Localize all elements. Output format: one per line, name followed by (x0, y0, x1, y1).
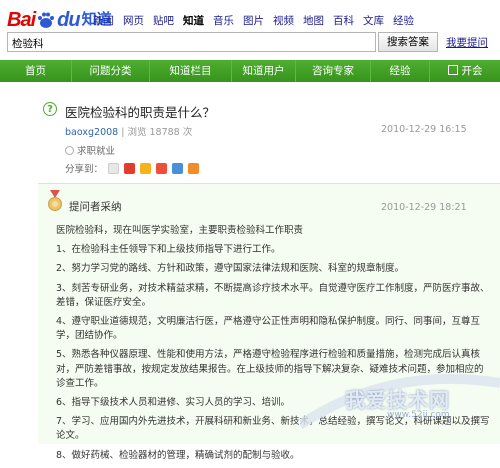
green-nav-open-label: 开会 (461, 65, 483, 77)
nav-link-jingyan[interactable]: 经验 (393, 13, 414, 28)
answer-paragraph: 8、做好药械、检验器材的管理，精确试剂的配制与验收。 (56, 449, 300, 461)
nav-link-video[interactable]: 视频 (273, 13, 294, 28)
main-nav-bar: 首页 问题分类 知道栏目 知道用户 咨询专家 经验 开会 (0, 60, 500, 82)
nav-link-wenku[interactable]: 文库 (363, 13, 384, 28)
question-views: 浏览 18788 次 (127, 127, 193, 138)
green-nav-columns[interactable]: 知道栏目 (150, 60, 232, 82)
share-renren-icon[interactable] (156, 162, 168, 174)
answer-paragraph: 医院检验科，现在叫医学实验室，主要职责检验科工作职责 (56, 225, 304, 236)
search-input[interactable]: 检验科 (7, 32, 376, 52)
green-nav-users[interactable]: 知道用户 (232, 60, 296, 82)
question-icon: ? (43, 102, 57, 116)
share-copy-icon[interactable] (108, 162, 120, 174)
watermark-text: 我爱技术网 (345, 388, 450, 412)
green-nav-jingyan[interactable]: 经验 (371, 60, 430, 82)
nav-link-baike[interactable]: 百科 (333, 13, 354, 28)
answer-paragraph: 2、努力学习党的路线、方针和政策，遵守国家法律法规和医院、科室的规章制度。 (56, 263, 405, 275)
green-nav-home[interactable]: 首页 (0, 60, 72, 82)
logo-text-bai: Bai (7, 9, 36, 31)
search-answers-button[interactable]: 搜索答案 (378, 32, 438, 52)
answer-paragraph: 4、遵守职业道德规范，文明廉洁行医，严格遵守公正性声明和隐私保护制度。同行、同事… (56, 316, 481, 342)
nav-link-map[interactable]: 地图 (303, 13, 324, 28)
nav-link-music[interactable]: 音乐 (213, 13, 234, 28)
question-author-link[interactable]: baoxg2008 (65, 127, 118, 138)
answer-paragraph: 3、刻苦专研业务，对技术精益求精，不断提高诊疗技术水平。自觉遵守医疗工作制度，严… (56, 282, 490, 308)
share-qq-icon[interactable] (172, 162, 184, 174)
question-tag[interactable]: 求职就业 (65, 143, 115, 157)
baidu-paw-icon (38, 12, 55, 28)
question-time: 2010-12-29 16:15 (381, 124, 467, 135)
share-label: 分享到： (65, 164, 104, 175)
green-nav-categories[interactable]: 问题分类 (72, 60, 150, 82)
nav-link-images[interactable]: 图片 (243, 13, 264, 28)
question-title: 医院检验科的职责是什么？ (65, 105, 216, 120)
green-nav-experts[interactable]: 咨询专家 (296, 60, 371, 82)
product-nav: 新闻 网页 贴吧 知道 音乐 图片 视频 地图 百科 文库 经验 (93, 13, 414, 28)
share-bar: 分享到： (65, 161, 200, 175)
share-more-icon[interactable] (188, 162, 200, 174)
answer-paragraph: 1、在检验科主任领导下和上级技师指导下进行工作。 (56, 244, 281, 256)
open-icon (447, 65, 458, 75)
answer-body: 医院检验科，现在叫医学实验室，主要职责检验科工作职责 1、在检验科主任领导下和上… (56, 224, 492, 468)
nav-link-zhidao[interactable]: 知道 (183, 13, 204, 28)
medal-icon (48, 190, 62, 211)
green-nav-open[interactable]: 开会 (430, 60, 500, 82)
nav-link-web[interactable]: 网页 (123, 13, 144, 28)
answer-time: 2010-12-29 18:21 (381, 202, 467, 213)
tag-icon (65, 146, 74, 155)
watermark-url: www.52ij.com (387, 410, 450, 420)
answer-label: 提问者采纳 (69, 201, 122, 213)
nav-link-news[interactable]: 新闻 (93, 13, 114, 28)
top-header: Bai du 知道 新闻 网页 贴吧 知道 音乐 图片 视频 地图 百科 文库 … (0, 0, 500, 60)
share-qzone-icon[interactable] (140, 162, 152, 174)
logo-text-du: du (57, 9, 80, 31)
share-weibo-icon[interactable] (124, 162, 136, 174)
question-meta: baoxg2008 | 浏览 18788 次 (65, 124, 192, 138)
nav-link-tieba[interactable]: 贴吧 (153, 13, 174, 28)
ask-question-link[interactable]: 我要提问 (446, 35, 488, 50)
question-tag-label: 求职就业 (77, 146, 116, 157)
